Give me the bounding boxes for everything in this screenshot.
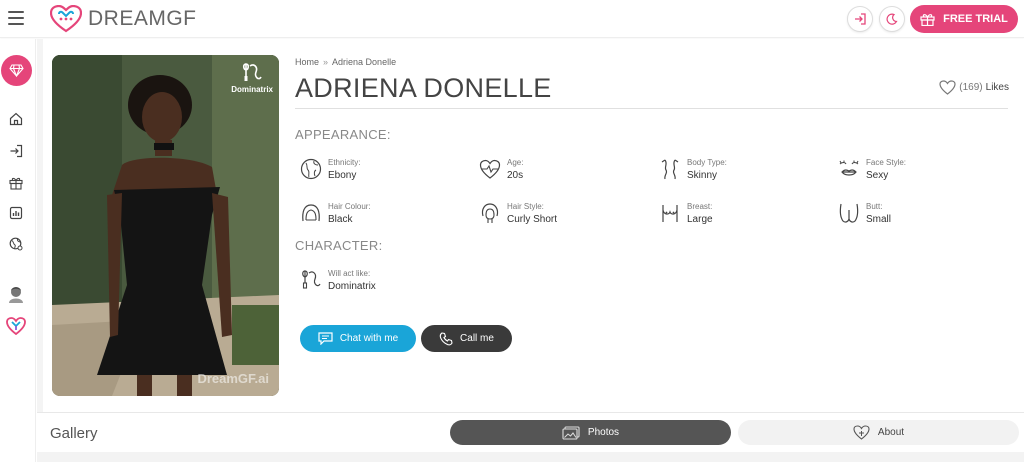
- portrait-tag: Dominatrix: [231, 61, 273, 94]
- gift-icon: [9, 177, 23, 190]
- sidebar-item-home[interactable]: [8, 111, 24, 127]
- sidebar-item-login[interactable]: [8, 143, 24, 159]
- sidebar-item-gift[interactable]: [8, 175, 24, 191]
- dark-mode-button[interactable]: [879, 6, 905, 32]
- hairstyle-icon: [479, 202, 501, 224]
- attr-hair-colour-label: Hair Colour:: [328, 201, 371, 211]
- breadcrumb-separator: »: [323, 57, 329, 67]
- whip-icon: [243, 63, 262, 81]
- call-button-label: Call me: [460, 333, 494, 344]
- attr-act-like-label: Will act like:: [328, 268, 371, 278]
- portrait-figure: [52, 55, 279, 396]
- likes-button[interactable]: (169) Likes: [939, 80, 1009, 95]
- login-button[interactable]: [847, 6, 873, 32]
- butt-icon: [838, 202, 860, 224]
- character-heading: CHARACTER:: [295, 238, 383, 253]
- attr-hair-colour-value: Black: [328, 213, 353, 225]
- attr-face-style-label: Face Style:: [866, 157, 907, 167]
- bottom-strip: [37, 452, 1024, 462]
- hair-icon: [300, 202, 322, 224]
- photos-icon: [562, 425, 580, 440]
- attr-hair-colour: Hair Colour: Black: [300, 198, 460, 228]
- heart-icon: [939, 80, 956, 95]
- chat-button[interactable]: Chat with me: [300, 325, 416, 352]
- attr-face-style: Face Style: Sexy: [838, 154, 998, 184]
- attr-body-type-label: Body Type:: [687, 157, 727, 167]
- attr-hair-style-value: Curly Short: [507, 213, 558, 225]
- chat-button-label: Chat with me: [339, 333, 399, 344]
- sidebar: [0, 39, 36, 462]
- breadcrumb-home[interactable]: Home: [295, 57, 319, 67]
- heart-badge-icon: [6, 317, 26, 335]
- avatar: [9, 287, 23, 303]
- whip-icon: [300, 269, 322, 291]
- free-trial-label: FREE TRIAL: [943, 13, 1008, 25]
- attr-act-like-value: Dominatrix: [328, 280, 376, 292]
- attr-breast-label: Breast:: [687, 201, 713, 211]
- attr-breast-value: Large: [687, 213, 713, 225]
- lips-icon: [838, 158, 860, 180]
- gallery-bar: Gallery Photos About: [37, 412, 1024, 452]
- logo-text: DREAMGF: [88, 7, 197, 30]
- attr-body-type: Body Type: Skinny: [659, 154, 819, 184]
- attr-ethnicity-value: Ebony: [328, 169, 357, 181]
- likes-label: Likes: [985, 82, 1009, 93]
- attr-butt: Butt: Small: [838, 198, 998, 228]
- attr-face-style-value: Sexy: [866, 169, 889, 181]
- appearance-heading: APPEARANCE:: [295, 127, 391, 142]
- diamond-icon: [9, 64, 24, 77]
- tab-about[interactable]: About: [738, 420, 1019, 445]
- portrait-tag-label: Dominatrix: [231, 85, 273, 94]
- globe-face-icon: [300, 158, 322, 180]
- page-title: ADRIENA DONELLE: [295, 73, 552, 103]
- attr-breast: Breast: Large: [659, 198, 819, 228]
- title-divider: [295, 108, 1008, 109]
- logo[interactable]: DREAMGF: [50, 5, 197, 33]
- breast-icon: [659, 202, 681, 224]
- gift-icon: [920, 14, 935, 26]
- gallery-title: Gallery: [50, 425, 98, 442]
- watermark: DreamGF.ai: [197, 371, 269, 386]
- likes-count: (169): [959, 82, 983, 93]
- attr-hair-style-label: Hair Style:: [507, 201, 544, 211]
- attr-ethnicity: Ethnicity: Ebony: [300, 154, 460, 184]
- attr-age: Age: 20s: [479, 154, 639, 184]
- sidebar-item-premium[interactable]: [1, 55, 32, 86]
- attr-act-like: Will act like: Dominatrix: [300, 265, 460, 295]
- tab-about-label: About: [877, 427, 905, 438]
- profile-portrait[interactable]: Dominatrix DreamGF.ai: [52, 55, 279, 396]
- breadcrumb: Home » Adriena Donelle: [295, 57, 396, 67]
- login-icon: [10, 144, 23, 158]
- top-bar: DREAMGF FREE TRIAL: [0, 0, 1024, 38]
- attr-butt-value: Small: [866, 213, 892, 225]
- attr-body-type-value: Skinny: [687, 169, 718, 181]
- moon-icon: [886, 13, 898, 25]
- attr-age-label: Age:: [507, 157, 524, 167]
- globe-icon: [9, 237, 23, 251]
- heart-info-icon: [853, 425, 870, 440]
- breadcrumb-current: Adriena Donelle: [332, 57, 397, 67]
- sidebar-item-explore[interactable]: [8, 236, 24, 252]
- sidebar-item-avatar[interactable]: [6, 284, 26, 304]
- home-icon: [9, 112, 23, 126]
- tab-photos[interactable]: Photos: [450, 420, 731, 445]
- attr-hair-style: Hair Style: Curly Short: [479, 198, 639, 228]
- heart-pulse-icon: [479, 158, 501, 180]
- attr-butt-label: Butt:: [866, 201, 883, 211]
- chart-icon: [9, 206, 23, 220]
- free-trial-button[interactable]: FREE TRIAL: [910, 5, 1018, 33]
- tab-photos-label: Photos: [587, 427, 620, 438]
- menu-icon[interactable]: [8, 11, 24, 25]
- logo-heart-icon: [50, 5, 82, 33]
- attr-age-value: 20s: [507, 169, 524, 181]
- attr-ethnicity-label: Ethnicity:: [328, 157, 361, 167]
- body-icon: [659, 158, 681, 180]
- chat-icon: [318, 332, 333, 345]
- sidebar-item-favorites[interactable]: [6, 316, 26, 336]
- call-button[interactable]: Call me: [421, 325, 512, 352]
- phone-icon: [439, 331, 453, 345]
- sidebar-item-stats[interactable]: [8, 205, 24, 221]
- login-icon: [855, 13, 866, 25]
- content-gutter: [37, 39, 43, 412]
